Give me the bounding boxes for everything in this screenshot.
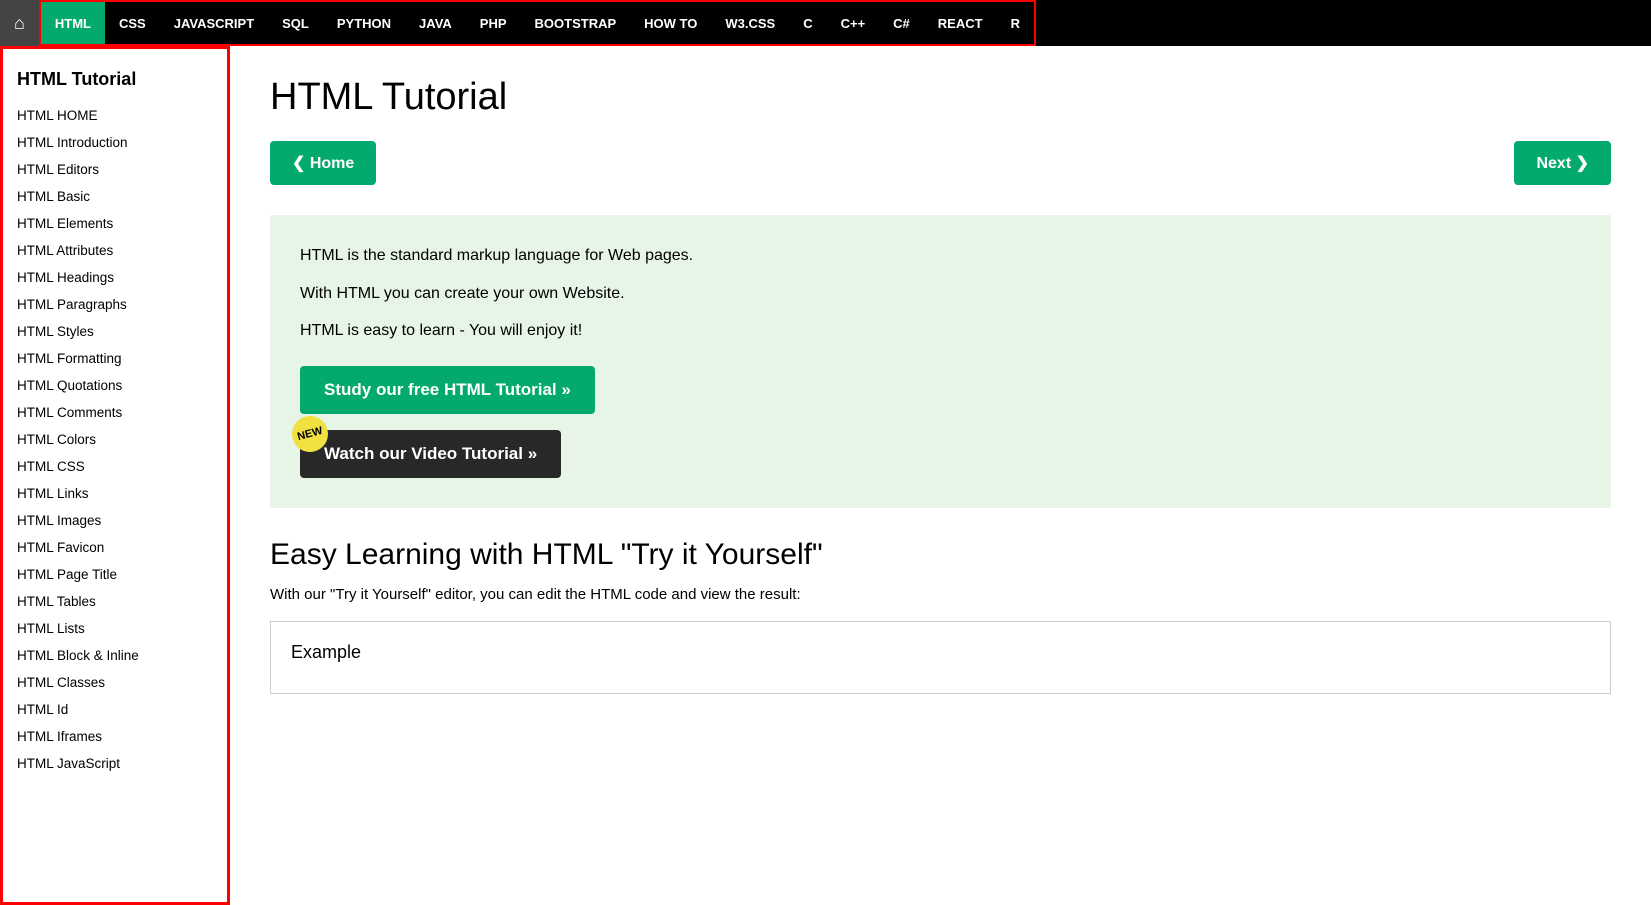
sidebar-item-html-id[interactable]: HTML Id bbox=[3, 696, 227, 723]
video-btn-wrapper: NEW Watch our Video Tutorial » bbox=[300, 430, 561, 478]
example-box: Example bbox=[270, 621, 1611, 694]
sidebar-item-html-colors[interactable]: HTML Colors bbox=[3, 426, 227, 453]
sidebar-item-html-styles[interactable]: HTML Styles bbox=[3, 318, 227, 345]
nav-item-javascript[interactable]: JAVASCRIPT bbox=[160, 2, 268, 44]
easy-learning-title: Easy Learning with HTML "Try it Yourself… bbox=[270, 538, 1611, 572]
nav-item-java[interactable]: JAVA bbox=[405, 2, 466, 44]
sidebar-item-html-page-title[interactable]: HTML Page Title bbox=[3, 561, 227, 588]
nav-item-c#[interactable]: C# bbox=[879, 2, 924, 44]
study-btn[interactable]: Study our free HTML Tutorial » bbox=[300, 366, 595, 414]
intro-lines: HTML is the standard markup language for… bbox=[300, 243, 1581, 344]
nav-item-bootstrap[interactable]: BOOTSTRAP bbox=[521, 2, 631, 44]
nav-buttons-row: ❮ Home Next ❯ bbox=[270, 141, 1611, 185]
sidebar-item-html-favicon[interactable]: HTML Favicon bbox=[3, 534, 227, 561]
nav-item-react[interactable]: REACT bbox=[924, 2, 997, 44]
nav-item-html[interactable]: HTML bbox=[41, 2, 105, 44]
video-btn[interactable]: Watch our Video Tutorial » bbox=[300, 430, 561, 478]
intro-line: HTML is the standard markup language for… bbox=[300, 243, 1581, 269]
sidebar-item-html-formatting[interactable]: HTML Formatting bbox=[3, 345, 227, 372]
next-button[interactable]: Next ❯ bbox=[1514, 141, 1611, 185]
sidebar-item-html-introduction[interactable]: HTML Introduction bbox=[3, 129, 227, 156]
sidebar-item-html-quotations[interactable]: HTML Quotations bbox=[3, 372, 227, 399]
intro-line: HTML is easy to learn - You will enjoy i… bbox=[300, 318, 1581, 344]
nav-item-r[interactable]: R bbox=[997, 2, 1034, 44]
sidebar-item-html-images[interactable]: HTML Images bbox=[3, 507, 227, 534]
sidebar-items-list: HTML HOMEHTML IntroductionHTML EditorsHT… bbox=[3, 102, 227, 777]
sidebar-item-html-paragraphs[interactable]: HTML Paragraphs bbox=[3, 291, 227, 318]
nav-item-how-to[interactable]: HOW TO bbox=[630, 2, 711, 44]
sidebar-item-html-lists[interactable]: HTML Lists bbox=[3, 615, 227, 642]
sidebar-title: HTML Tutorial bbox=[3, 59, 227, 102]
sidebar-item-html-block-&-inline[interactable]: HTML Block & Inline bbox=[3, 642, 227, 669]
sidebar-item-html-attributes[interactable]: HTML Attributes bbox=[3, 237, 227, 264]
nav-item-css[interactable]: CSS bbox=[105, 2, 160, 44]
sidebar-item-html-home[interactable]: HTML HOME bbox=[3, 102, 227, 129]
nav-item-php[interactable]: PHP bbox=[466, 2, 521, 44]
nav-items-border: HTMLCSSJAVASCRIPTSQLPYTHONJAVAPHPBOOTSTR… bbox=[39, 0, 1036, 46]
intro-line: With HTML you can create your own Websit… bbox=[300, 281, 1581, 307]
intro-box: HTML is the standard markup language for… bbox=[270, 215, 1611, 508]
sidebar-item-html-javascript[interactable]: HTML JavaScript bbox=[3, 750, 227, 777]
nav-item-python[interactable]: PYTHON bbox=[323, 2, 405, 44]
top-navigation: ⌂ HTMLCSSJAVASCRIPTSQLPYTHONJAVAPHPBOOTS… bbox=[0, 0, 1651, 46]
example-label: Example bbox=[291, 642, 1590, 663]
sidebar-item-html-classes[interactable]: HTML Classes bbox=[3, 669, 227, 696]
sidebar-item-html-links[interactable]: HTML Links bbox=[3, 480, 227, 507]
home-icon: ⌂ bbox=[14, 13, 25, 34]
sidebar: HTML Tutorial HTML HOMEHTML Introduction… bbox=[0, 46, 230, 905]
sidebar-item-html-css[interactable]: HTML CSS bbox=[3, 453, 227, 480]
sidebar-item-html-elements[interactable]: HTML Elements bbox=[3, 210, 227, 237]
main-layout: HTML Tutorial HTML HOMEHTML Introduction… bbox=[0, 46, 1651, 905]
sidebar-item-html-comments[interactable]: HTML Comments bbox=[3, 399, 227, 426]
nav-item-c++[interactable]: C++ bbox=[827, 2, 880, 44]
sidebar-item-html-basic[interactable]: HTML Basic bbox=[3, 183, 227, 210]
easy-learning-desc: With our "Try it Yourself" editor, you c… bbox=[270, 586, 1611, 603]
sidebar-item-html-editors[interactable]: HTML Editors bbox=[3, 156, 227, 183]
home-button[interactable]: ⌂ bbox=[0, 0, 39, 46]
main-content: HTML Tutorial ❮ Home Next ❯ HTML is the … bbox=[230, 46, 1651, 905]
nav-item-w3.css[interactable]: W3.CSS bbox=[711, 2, 789, 44]
prev-button[interactable]: ❮ Home bbox=[270, 141, 376, 185]
page-title: HTML Tutorial bbox=[270, 76, 1611, 119]
nav-item-c[interactable]: C bbox=[789, 2, 826, 44]
sidebar-item-html-tables[interactable]: HTML Tables bbox=[3, 588, 227, 615]
sidebar-item-html-iframes[interactable]: HTML Iframes bbox=[3, 723, 227, 750]
sidebar-item-html-headings[interactable]: HTML Headings bbox=[3, 264, 227, 291]
nav-item-sql[interactable]: SQL bbox=[268, 2, 323, 44]
